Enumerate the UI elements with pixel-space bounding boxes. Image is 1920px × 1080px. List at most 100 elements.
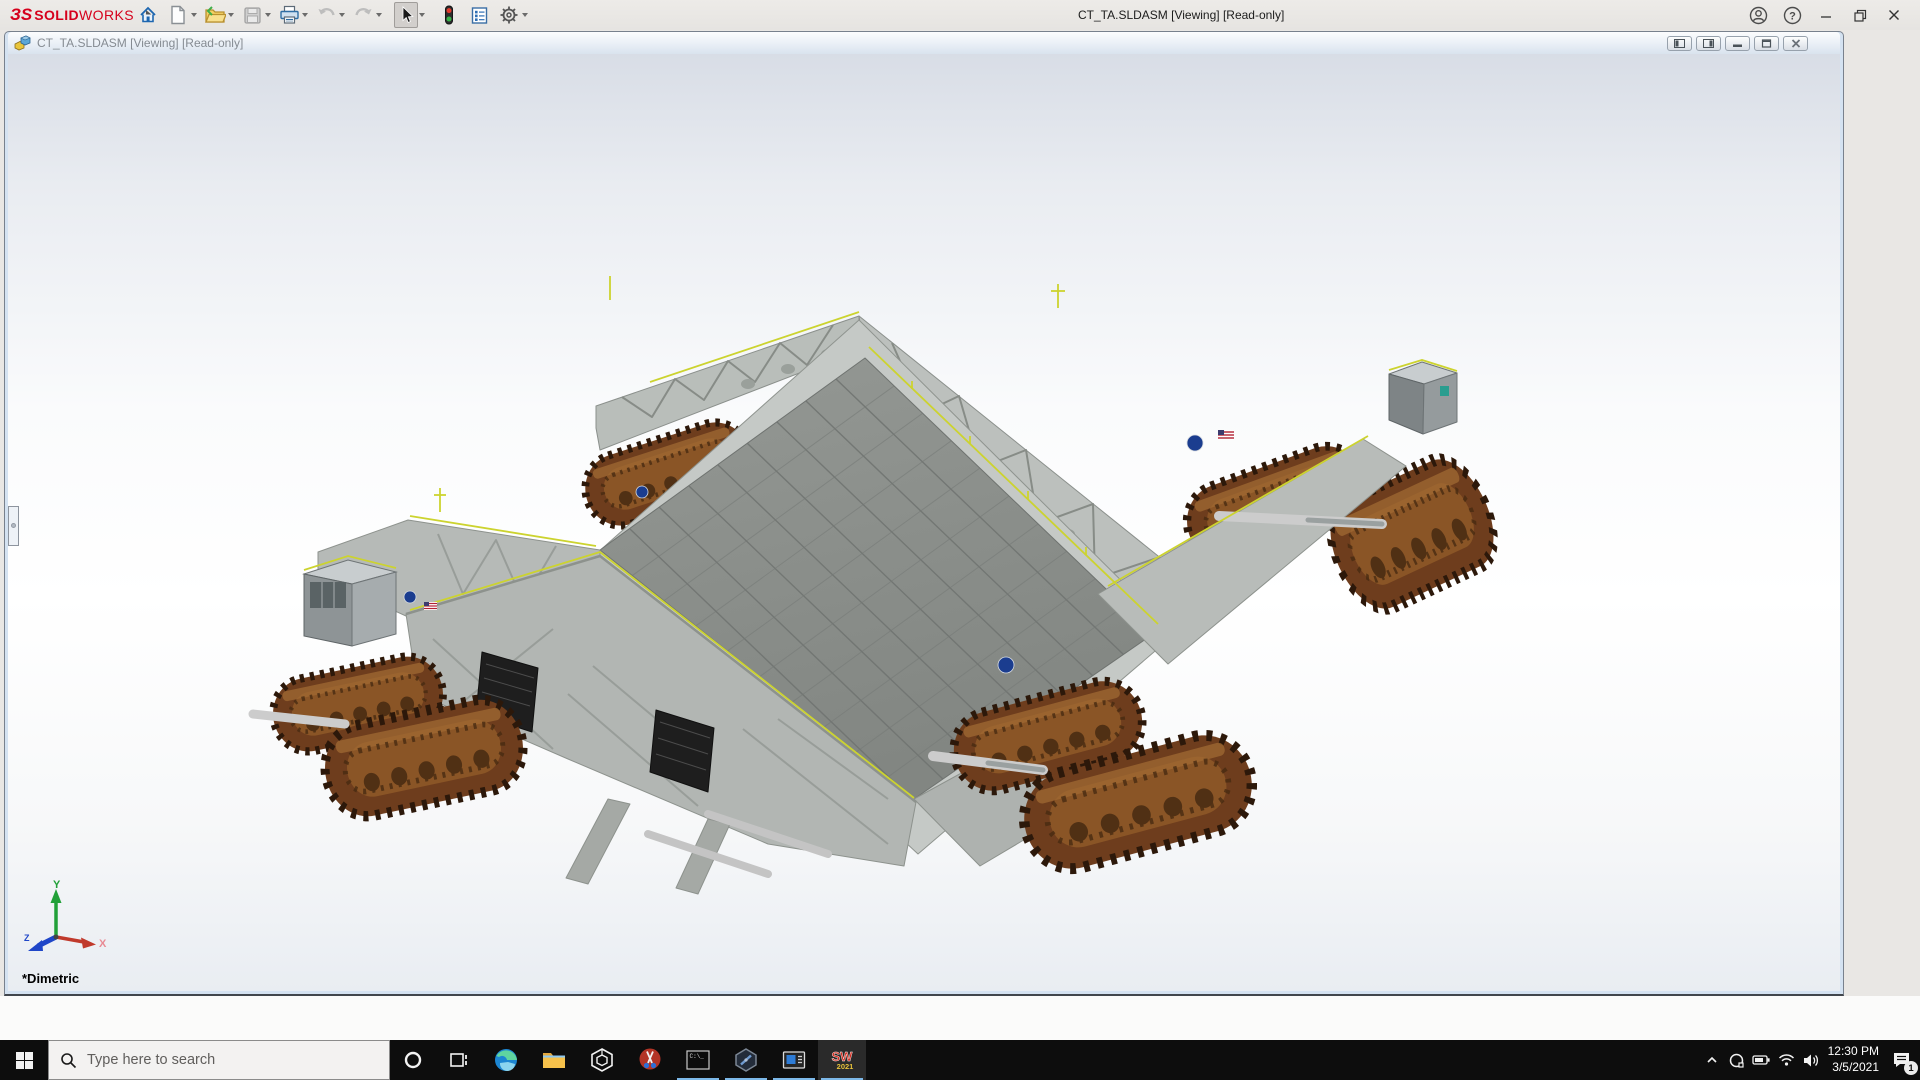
open-dropdown[interactable] [228, 13, 234, 17]
task-view-icon [449, 1050, 469, 1070]
taskbar-app-file-explorer[interactable] [530, 1040, 578, 1080]
options-button[interactable] [497, 2, 521, 28]
svg-text:Y: Y [53, 879, 61, 891]
crawler-structure [318, 316, 1457, 894]
file-properties-button[interactable] [467, 2, 491, 28]
print-dropdown[interactable] [302, 13, 308, 17]
doc-minimize-button[interactable] [1725, 36, 1750, 51]
cortana-button[interactable] [390, 1040, 436, 1080]
tray-volume-button[interactable] [1799, 1040, 1824, 1080]
speaker-icon [1803, 1053, 1820, 1068]
options-gear-icon [499, 5, 519, 25]
tray-battery-button[interactable] [1749, 1040, 1774, 1080]
3d-viewer-icon [589, 1047, 615, 1073]
clock-time: 12:30 PM [1828, 1044, 1879, 1060]
operator-cab [304, 560, 396, 646]
save-floppy-icon [243, 6, 262, 25]
rebuild-traffic-light-icon [441, 5, 457, 25]
select-tool-dropdown[interactable] [419, 13, 425, 17]
save-button[interactable] [240, 2, 264, 28]
home-button[interactable] [136, 2, 160, 28]
feature-pane-splitter[interactable] [8, 506, 19, 546]
select-cursor-icon [397, 5, 415, 25]
splitter-handle-dot [11, 523, 16, 528]
wifi-icon [1778, 1053, 1795, 1067]
redo-dropdown[interactable] [376, 13, 382, 17]
task-view-button[interactable] [436, 1040, 482, 1080]
taskbar-app-command-prompt[interactable]: C:\_ [674, 1040, 722, 1080]
taskbar-app-remote-window[interactable] [770, 1040, 818, 1080]
assembly-document-icon [14, 35, 31, 51]
print-icon [279, 5, 300, 25]
app-titlebar: ЗS SOLIDWORKS [0, 0, 1920, 30]
select-tool-button[interactable] [394, 2, 418, 28]
undo-button[interactable] [314, 2, 338, 28]
us-flag-decal [1218, 430, 1234, 440]
remote-window-icon [781, 1047, 807, 1073]
taskbar-app-3d-viewer[interactable] [578, 1040, 626, 1080]
tray-network-button[interactable] [1774, 1040, 1799, 1080]
solidworks-logo: ЗS SOLIDWORKS [10, 0, 152, 30]
document-title: CT_TA.SLDASM [Viewing] [Read-only] [37, 36, 243, 50]
view-orientation-label: *Dimetric [22, 971, 79, 986]
cad-model-crawler-transporter[interactable] [8, 54, 1840, 991]
open-folder-icon [204, 5, 226, 25]
pane-right-icon [1703, 39, 1714, 48]
taskbar-app-snip-sketch[interactable] [626, 1040, 674, 1080]
new-document-dropdown[interactable] [191, 13, 197, 17]
document-titlebar[interactable]: CT_TA.SLDASM [Viewing] [Read-only] [8, 32, 1840, 54]
start-button[interactable] [0, 1040, 48, 1080]
taskbar-app-solidworks[interactable]: SW 2021 [818, 1040, 866, 1080]
redo-button[interactable] [351, 2, 375, 28]
snip-sketch-icon [637, 1047, 663, 1073]
help-button[interactable]: ? [1782, 5, 1802, 25]
graphics-viewport[interactable]: Y X Z *Dimetric [8, 54, 1840, 991]
doc-restore-button[interactable] [1754, 36, 1779, 51]
svg-text:2021: 2021 [837, 1062, 854, 1071]
account-button[interactable] [1748, 5, 1768, 25]
restore-button[interactable] [1850, 5, 1870, 25]
undo-icon [316, 6, 337, 24]
redo-icon [353, 6, 374, 24]
edge-icon [493, 1047, 519, 1073]
minimize-button[interactable] [1816, 5, 1836, 25]
pane-left-button[interactable] [1667, 36, 1692, 51]
file-properties-icon [470, 6, 489, 25]
open-button[interactable] [203, 2, 227, 28]
home-icon [138, 5, 158, 25]
minimize-icon [1819, 8, 1833, 22]
action-center-button[interactable]: 1 [1882, 1040, 1920, 1080]
app-window-controls: ? [1748, 0, 1920, 30]
tray-meet-now-button[interactable] [1724, 1040, 1749, 1080]
rebuild-button[interactable] [437, 2, 461, 28]
cortana-icon [403, 1050, 423, 1070]
undo-dropdown[interactable] [339, 13, 345, 17]
us-flag-decal [424, 602, 437, 610]
new-document-button[interactable] [166, 2, 190, 28]
taskbar-clock[interactable]: 12:30 PM 3/5/2021 [1824, 1040, 1882, 1080]
tray-chevron-button[interactable] [1699, 1040, 1724, 1080]
save-dropdown[interactable] [265, 13, 271, 17]
pane-right-button[interactable] [1696, 36, 1721, 51]
battery-icon [1752, 1053, 1771, 1067]
file-explorer-icon [541, 1047, 567, 1073]
pane-left-icon [1674, 39, 1685, 48]
clock-date: 3/5/2021 [1832, 1060, 1879, 1076]
doc-close-button[interactable] [1783, 36, 1808, 51]
print-button[interactable] [277, 2, 301, 28]
help-icon: ? [1783, 6, 1802, 25]
doc-close-icon [1791, 39, 1801, 48]
document-window: CT_TA.SLDASM [Viewing] [Read-only] [4, 31, 1844, 996]
taskbar-app-dev-hexagon[interactable] [722, 1040, 770, 1080]
system-tray: 12:30 PM 3/5/2021 1 [1699, 1040, 1920, 1080]
options-dropdown[interactable] [522, 13, 528, 17]
taskbar-search[interactable] [48, 1040, 390, 1080]
windows-taskbar: C:\_ SW 2021 [0, 1040, 1920, 1080]
orientation-triad[interactable]: Y X Z [22, 879, 114, 965]
close-button[interactable] [1884, 5, 1904, 25]
taskbar-app-edge[interactable] [482, 1040, 530, 1080]
command-prompt-icon: C:\_ [685, 1047, 711, 1073]
notification-badge: 1 [1904, 1061, 1918, 1075]
search-input[interactable] [87, 1052, 357, 1068]
app-background-strip [0, 996, 1920, 1040]
